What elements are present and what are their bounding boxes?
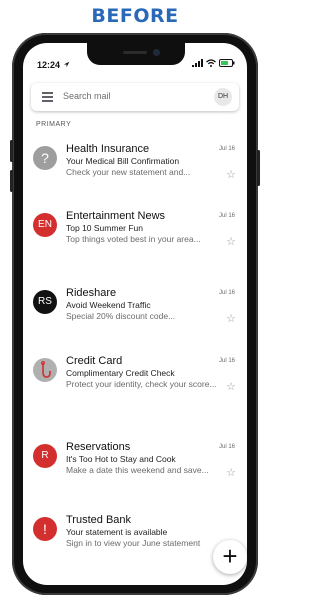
email-row[interactable]: RS Rideshare Avoid Weekend Traffic Special … [23,287,247,351]
sender-avatar: ? [33,146,57,170]
email-snippet: Top things voted best in your area... [66,234,201,244]
email-date: Jul 16 [218,444,235,450]
sender-name: Health Insurance [66,143,150,155]
email-snippet: Make a date this weekend and save... [66,465,209,475]
star-icon[interactable]: ☆ [226,466,236,479]
star-icon[interactable]: ☆ [226,380,236,393]
camera [153,49,160,56]
sender-name: Rideshare [66,287,117,299]
email-row[interactable]: R Reservations It's Too Hot to Stay and Co… [23,441,247,505]
compose-button[interactable]: + [213,540,247,574]
notch [87,43,185,65]
status-icons [192,59,235,67]
email-row[interactable]: EN Entertainment News Top 10 Summer Fun Top… [23,210,247,274]
sender-avatar: ! [33,517,57,541]
email-date: Jul 16 [218,213,235,219]
phone-screen: 12:24 Search mail DH PRIMARY ? Health Ins… [23,43,247,585]
speaker [123,51,147,54]
search-input[interactable]: Search mail [63,91,111,101]
signal-icon [192,59,203,67]
volume-button [10,140,13,162]
email-subject: Complimentary Credit Check [66,368,175,378]
email-subject: Your statement is available [66,527,168,537]
sender-avatar: R [33,444,57,468]
star-icon[interactable]: ☆ [226,312,236,325]
email-date: Jul 16 [218,146,235,152]
sender-name: Entertainment News [66,210,166,222]
email-row[interactable]: ? Health Insurance Your Medical Bill Confi… [23,143,247,207]
sender-name: Reservations [66,441,131,453]
sender-avatar [33,358,57,382]
email-subject: Avoid Weekend Traffic [66,300,151,310]
sender-avatar: RS [33,290,57,314]
section-label-primary: PRIMARY [36,121,72,128]
page-heading: BEFORE [91,5,179,27]
email-subject: Top 10 Summer Fun [66,223,144,233]
email-date: Jul 16 [218,358,235,364]
star-icon[interactable]: ☆ [226,168,236,181]
sender-avatar: EN [33,213,57,237]
time-text: 12:24 [37,60,61,70]
star-icon[interactable]: ☆ [226,235,236,248]
email-row[interactable]: ! Trusted Bank Your statement is available… [23,514,247,578]
wifi-icon [206,59,216,67]
power-button [257,150,260,186]
email-snippet: Special 20% discount code... [66,311,176,321]
location-arrow-icon [63,61,69,68]
menu-icon[interactable] [42,92,53,104]
email-snippet: Check your new statement and... [66,167,191,177]
email-snippet: Sign in to view your June statement [66,538,201,548]
sender-name: Trusted Bank [66,514,132,526]
email-subject: It's Too Hot to Stay and Cook [66,454,176,464]
email-row[interactable]: Credit Card Complimentary Credit Check Pro… [23,355,247,419]
volume-button [10,170,13,192]
battery-icon [219,59,235,67]
account-avatar[interactable]: DH [214,88,232,106]
sender-name: Credit Card [66,355,123,367]
email-snippet: Protect your identity, check your score.… [66,379,217,389]
email-date: Jul 16 [218,290,235,296]
search-bar[interactable]: Search mail DH [31,83,239,111]
status-time: 12:24 [37,60,70,70]
email-subject: Your Medical Bill Confirmation [66,156,180,166]
hook-icon [41,360,51,378]
